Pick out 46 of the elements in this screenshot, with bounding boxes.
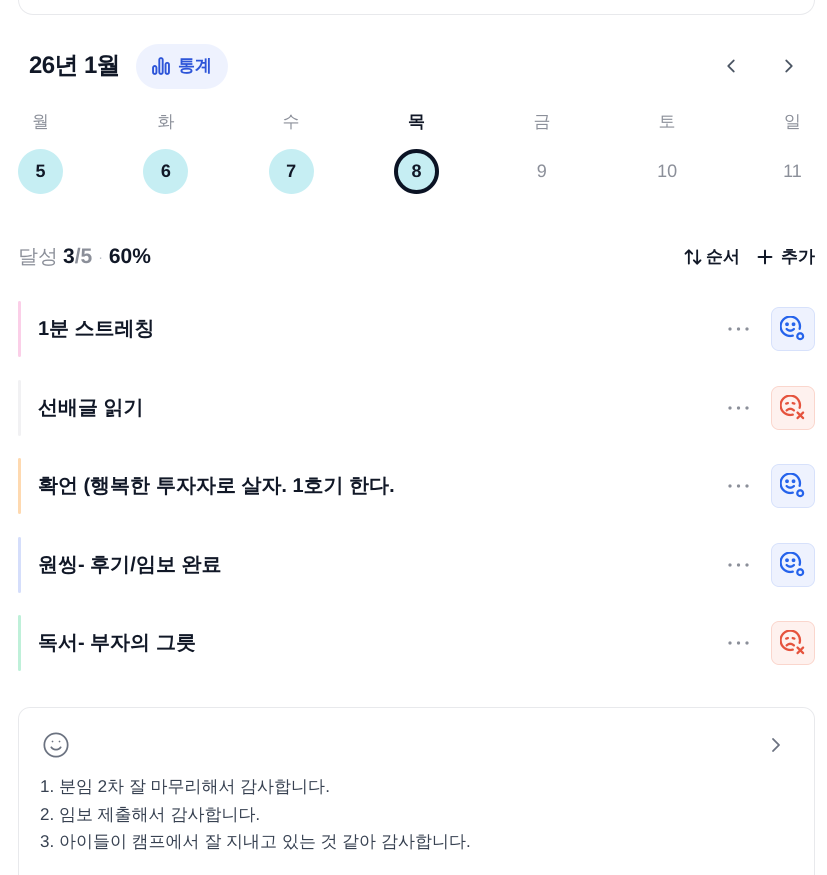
habit-title: 선배글 읽기 [38,396,144,420]
smiley-ring-icon [780,473,806,499]
status-button[interactable] [771,307,815,351]
add-button[interactable]: 추가 [754,244,815,270]
more-icon [728,327,748,331]
achievement-percent: 60% [108,245,151,269]
frown-cross-icon [780,394,806,420]
status-button[interactable] [771,542,815,586]
day-button[interactable]: 8 [394,149,439,194]
frown-cross-icon [780,630,806,656]
status-button[interactable] [771,386,815,430]
sort-button[interactable]: 순서 [683,244,740,270]
achieved-count: 3 [63,245,75,269]
more-icon [728,641,748,645]
weekday-label: 목 [408,111,425,133]
day-button[interactable]: 5 [18,149,63,194]
habit-title: 1분 스트레칭 [38,317,155,342]
status-button[interactable] [771,464,815,508]
day-button[interactable]: 6 [143,149,188,194]
smiley-ring-icon [780,552,806,578]
status-button[interactable] [771,621,815,665]
gratitude-line: 3. 아이들이 캠프에서 잘 지내고 있는 것 같아 감사합니다. [40,831,471,853]
weekday-label: 일 [784,111,801,133]
habit-title: 원씽- 후기/임보 완료 [38,552,222,578]
more-icon [728,406,748,410]
weekday-label: 금 [533,111,550,133]
stats-button[interactable]: 통계 [136,44,228,88]
smile-icon [42,731,70,759]
month-title: 26년 1월 [29,51,120,81]
separator-dot: · [98,248,103,267]
sort-arrows-icon [683,247,703,267]
gratitude-line: 2. 임보 제출해서 감사합니다. [40,804,260,826]
smiley-ring-icon [780,316,806,342]
achievement-label: 달성 [18,245,58,269]
more-icon [728,484,748,488]
gratitude-line: 1. 분임 2차 잘 마무리해서 감사합니다. [40,776,330,798]
bar-chart-icon [152,57,170,75]
weekday-label: 수 [282,111,300,133]
weekday-label: 월 [32,111,49,133]
habit-title: 독서- 부자의 그릇 [38,631,196,656]
weekday-label: 토 [658,111,676,133]
more-icon [728,562,748,566]
weekday-label: 화 [157,111,174,133]
total-count: /5 [74,245,92,269]
habit-title: 확언 (행복한 투자자로 살자. 1호기 한다. [38,474,395,499]
day-button[interactable]: 7 [268,149,314,194]
